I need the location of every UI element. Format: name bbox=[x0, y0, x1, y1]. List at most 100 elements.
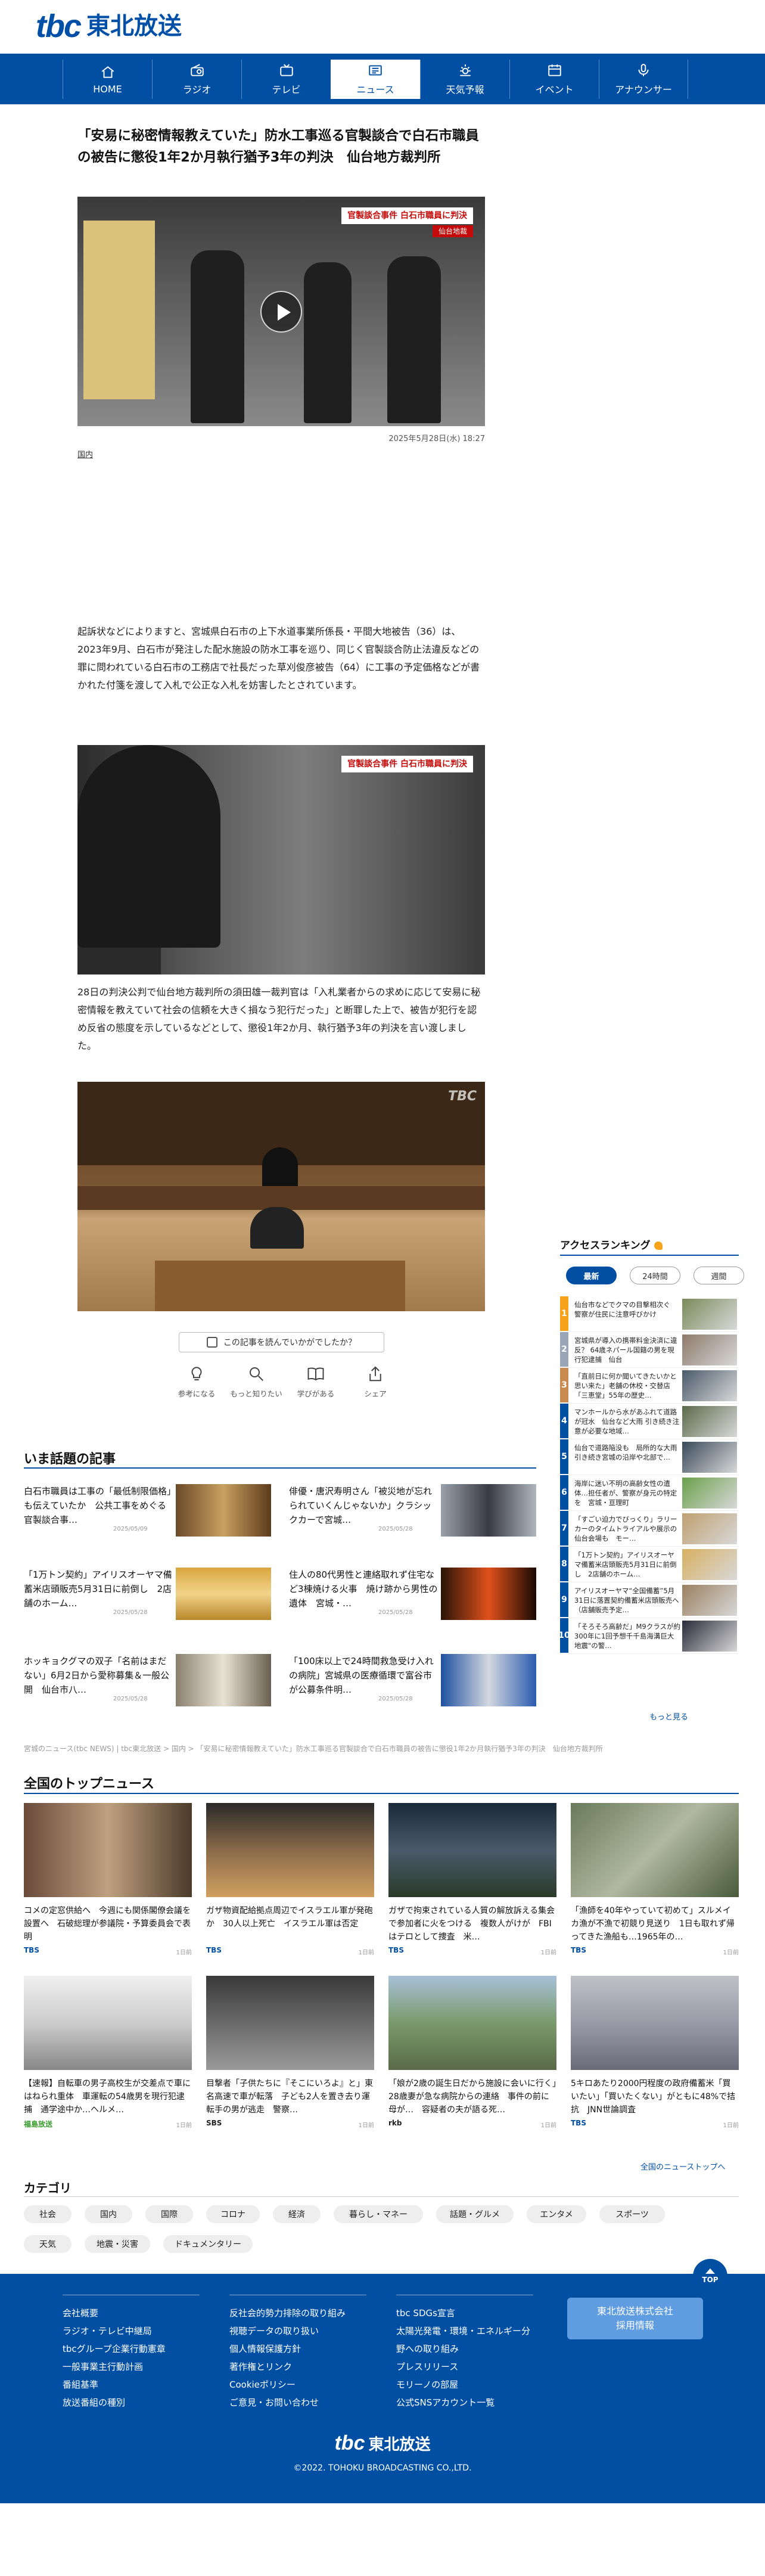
news-thumbnail bbox=[24, 1803, 192, 1897]
footer-link[interactable]: ラジオ・テレビ中継局 bbox=[63, 2322, 200, 2340]
news-card[interactable]: 「娘が2歳の誕生日だから施設に会いに行く」28歳妻が急な病院からの連絡 事件の前… bbox=[388, 1976, 556, 2131]
weather-icon bbox=[459, 64, 471, 76]
footer-logo-text: 東北放送 bbox=[368, 2436, 431, 2454]
footer-link[interactable]: 太陽光発電・環境・エネルギー分野への取り組み bbox=[396, 2322, 533, 2358]
article-category-link[interactable]: 国内 bbox=[77, 448, 93, 460]
tab-24h[interactable]: 24時間 bbox=[630, 1267, 680, 1284]
news-source: SBS bbox=[206, 2119, 222, 2127]
list-item[interactable]: 住人の80代男性と連絡取れず住宅など3棟焼ける火事 焼け跡から男性の遺体 宮城・… bbox=[289, 1568, 536, 1621]
site-logo[interactable]: tbc 東北放送 bbox=[36, 8, 182, 44]
footer-link[interactable]: 視聴データの取り扱い bbox=[229, 2322, 366, 2340]
category-button[interactable]: ドキュメンタリー bbox=[163, 2235, 253, 2253]
category-button[interactable]: コロナ bbox=[206, 2205, 260, 2223]
footer-link[interactable]: プレスリリース bbox=[396, 2358, 533, 2376]
list-item[interactable]: 白石市職員は工事の「最低制限価格」も伝えていたか 公共工事をめぐる官製談合事… … bbox=[24, 1484, 271, 1538]
nav-weather[interactable]: 天気予報 bbox=[420, 60, 509, 99]
ranking-item[interactable]: 6 海岸に迷い不明の高齢女性の遺体…担任者が、警察が身元の特定を 宮城・亘理町 bbox=[560, 1475, 739, 1511]
news-card[interactable]: ガザで拘束されている人質の解放訴える集会で参加者に火をつける 複数人がけが FB… bbox=[388, 1803, 556, 1958]
news-card[interactable]: 5キロあたり2000円程度の政府備蓄米「買いたい」「買いたくない」がともに48%… bbox=[571, 1976, 739, 2131]
footer-link[interactable]: 反社会的勢力排除の取り組み bbox=[229, 2304, 366, 2322]
news-time: 1日前 bbox=[723, 2122, 739, 2129]
trend-date: 2025/05/28 bbox=[378, 1609, 413, 1616]
category-button[interactable]: 地震・災害 bbox=[85, 2235, 150, 2253]
news-card[interactable]: ガザ物資配給拠点周辺でイスラエル軍が発砲か 30人以上死亡 イスラエル軍は否定 T… bbox=[206, 1803, 374, 1958]
footer-link[interactable]: モリーノの部屋 bbox=[396, 2376, 533, 2394]
reaction-learn-button[interactable]: 学びがある bbox=[286, 1365, 346, 1399]
ranking-item[interactable]: 7 「すごい迫力でびっくり」ラリーカーのタイムトライアルや展示の仙台会場も モー… bbox=[560, 1511, 739, 1547]
category-button[interactable]: エンタメ bbox=[527, 2205, 586, 2223]
nav-radio[interactable]: ラジオ bbox=[152, 60, 241, 99]
ranking-item[interactable]: 5 仙台で道路陥没も 局所的な大雨 引き続き宮城の沿岸や北部で… bbox=[560, 1439, 739, 1475]
footer-link[interactable]: 公式SNSアカウント一覧 bbox=[396, 2394, 533, 2411]
news-title: 5キロあたり2000円程度の政府備蓄米「買いたい」「買いたくない」がともに48%… bbox=[571, 2079, 736, 2115]
nav-news[interactable]: ニュース bbox=[331, 60, 420, 99]
ranking-item[interactable]: 1 仙台市などでクマの目撃相次ぐ 警察が住民に注意呼びかけ bbox=[560, 1296, 739, 1332]
list-item[interactable]: ホッキョクグマの双子「名前はまだない」6月2日から愛称募集＆一般公開 仙台市八…… bbox=[24, 1654, 271, 1708]
rank-thumbnail bbox=[682, 1621, 737, 1652]
footer-link[interactable]: Cookieポリシー bbox=[229, 2376, 366, 2394]
ranking-item[interactable]: 3 「直前日に何か聞いてきたいかと思い来た」老舗の休校・交替店「三恵堂」55年の歴… bbox=[560, 1368, 739, 1404]
footer-link[interactable]: 会社概要 bbox=[63, 2304, 200, 2322]
trend-date: 2025/05/28 bbox=[378, 1696, 413, 1702]
news-card[interactable]: 「漁師を40年やっていて初めて」スルメイカ漁が不漁で初競り見送り 1日も取れず帰… bbox=[571, 1803, 739, 1958]
reaction-helpful-button[interactable]: 参考になる bbox=[167, 1365, 226, 1399]
category-button[interactable]: 国際 bbox=[145, 2205, 193, 2223]
nav-label: HOME bbox=[93, 83, 122, 95]
site-header: tbc 東北放送 bbox=[0, 0, 765, 54]
footer-link[interactable]: ご意見・お問い合わせ bbox=[229, 2394, 366, 2411]
category-button[interactable]: スポーツ bbox=[599, 2205, 665, 2223]
rank-title: 「1万トン契約」アイリスオーヤマ備蓄米店頭販売5月31日に前倒し 2店舗のホーム… bbox=[574, 1551, 677, 1578]
reaction-share-button[interactable]: シェア bbox=[346, 1365, 405, 1399]
ranking-item[interactable]: 10 「そろそろ高齢だ」M9クラスが約300年に1回予想千千島海溝巨大地震"の警… bbox=[558, 1618, 739, 1654]
footer-link[interactable]: 個人情報保護方針 bbox=[229, 2340, 366, 2358]
nav-home[interactable]: HOME bbox=[63, 60, 152, 99]
national-more-link[interactable]: 全国のニューストップへ bbox=[640, 2161, 725, 2172]
nav-event[interactable]: イベント bbox=[509, 60, 599, 99]
ranking-item[interactable]: 9 アイリスオーヤマ“全国備蓄”5月31日に落置契約備蓄米店頭販売へ（店舗販売予定… bbox=[560, 1582, 739, 1618]
list-item[interactable]: 俳優・唐沢寿明さん「被災地が忘れられていくんじゃないか」クラシックカーで宮城… … bbox=[289, 1484, 536, 1538]
category-button[interactable]: 社会 bbox=[24, 2205, 71, 2223]
footer-logo[interactable]: tbc 東北放送 bbox=[0, 2432, 765, 2455]
category-button[interactable]: 話題・グルメ bbox=[436, 2205, 514, 2223]
ranking-item[interactable]: 2 宮城県が導入の携帯料金決済に違反？ 64歳ネパール国籍の男を現行犯逮捕 仙台 bbox=[560, 1332, 739, 1368]
breadcrumb[interactable]: 宮城のニュース(tbc NEWS) | tbc東北放送 > 国内 > 「安易に秘… bbox=[24, 1743, 739, 1753]
ranking-item[interactable]: 4 マンホールから水があふれて道路が冠水 仙台など大雨 引き続き注意が必要な地域… bbox=[560, 1404, 739, 1439]
tab-weekly[interactable]: 週間 bbox=[694, 1267, 744, 1284]
news-card[interactable]: コメの定窓供給へ 今週にも関係閣僚会議を設置へ 石破総理が参議院・予算委員会で表… bbox=[24, 1803, 192, 1958]
rank-number: 3 bbox=[560, 1368, 568, 1402]
nav-tv[interactable]: テレビ bbox=[241, 60, 331, 99]
list-item[interactable]: 「100床以上で24時間救急受け入れの病院」宮城県の医療循環で富谷市が公募条件明… bbox=[289, 1654, 536, 1708]
ranking-more-link[interactable]: もっと見る bbox=[649, 1711, 688, 1722]
magnifier-icon bbox=[250, 1367, 263, 1381]
category-button[interactable]: 国内 bbox=[85, 2205, 132, 2223]
rank-number: 9 bbox=[560, 1582, 568, 1617]
access-ranking: アクセスランキング 最新 24時間 週間 1 仙台市などでクマの目撃相次ぐ 警察が… bbox=[558, 1237, 744, 1654]
category-button[interactable]: 暮らし・マネー bbox=[334, 2205, 423, 2223]
rank-title: 仙台で道路陥没も 局所的な大雨 引き続き宮城の沿岸や北部で… bbox=[574, 1444, 677, 1461]
back-to-top-button[interactable]: TOP bbox=[693, 2259, 727, 2293]
trend-thumbnail bbox=[176, 1484, 271, 1537]
news-card[interactable]: 目撃者「子供たちに『そこにいろよ』と」東名高速で車が転落 子ども2人を置き去り運… bbox=[206, 1976, 374, 2131]
news-card[interactable]: 【速報】自転車の男子高校生が交差点で車にはねられ重体 車運転の54歳男を現行犯逮… bbox=[24, 1976, 192, 2131]
news-time: 1日前 bbox=[176, 1950, 192, 1956]
news-time: 1日前 bbox=[358, 1950, 374, 1956]
nav-label: イベント bbox=[535, 84, 574, 95]
video-figure bbox=[191, 250, 244, 423]
ranking-item[interactable]: 8 「1万トン契約」アイリスオーヤマ備蓄米店頭販売5月31日に前倒し 2店舗のホー… bbox=[560, 1547, 739, 1582]
recruit-button[interactable]: 東北放送株式会社 採用情報 bbox=[567, 2298, 703, 2339]
footer-link[interactable]: 番組基準 bbox=[63, 2376, 200, 2394]
footer-link[interactable]: 放送番組の種別 bbox=[63, 2394, 200, 2411]
list-item[interactable]: 「1万トン契約」アイリスオーヤマ備蓄米店頭販売5月31日に前倒し 2店舗のホーム… bbox=[24, 1568, 271, 1621]
category-button[interactable]: 経済 bbox=[273, 2205, 321, 2223]
play-button[interactable] bbox=[260, 291, 302, 333]
footer-link[interactable]: 著作権とリンク bbox=[229, 2358, 366, 2376]
footer-link[interactable]: tbc SDGs宣言 bbox=[396, 2304, 533, 2322]
tab-latest[interactable]: 最新 bbox=[566, 1267, 617, 1284]
article-video[interactable]: 官製談合事件 白石市職員に判決 仙台地裁 bbox=[77, 197, 485, 426]
category-button[interactable]: 天気 bbox=[24, 2235, 71, 2253]
reaction-more-button[interactable]: もっと知りたい bbox=[226, 1365, 286, 1399]
nav-announcer[interactable]: アナウンサー bbox=[599, 60, 688, 99]
footer-link[interactable]: 一般事業主行動計画 bbox=[63, 2358, 200, 2376]
footer-link[interactable]: tbcグループ企業行動憲章 bbox=[63, 2340, 200, 2358]
news-source: TBS bbox=[206, 1946, 222, 1954]
